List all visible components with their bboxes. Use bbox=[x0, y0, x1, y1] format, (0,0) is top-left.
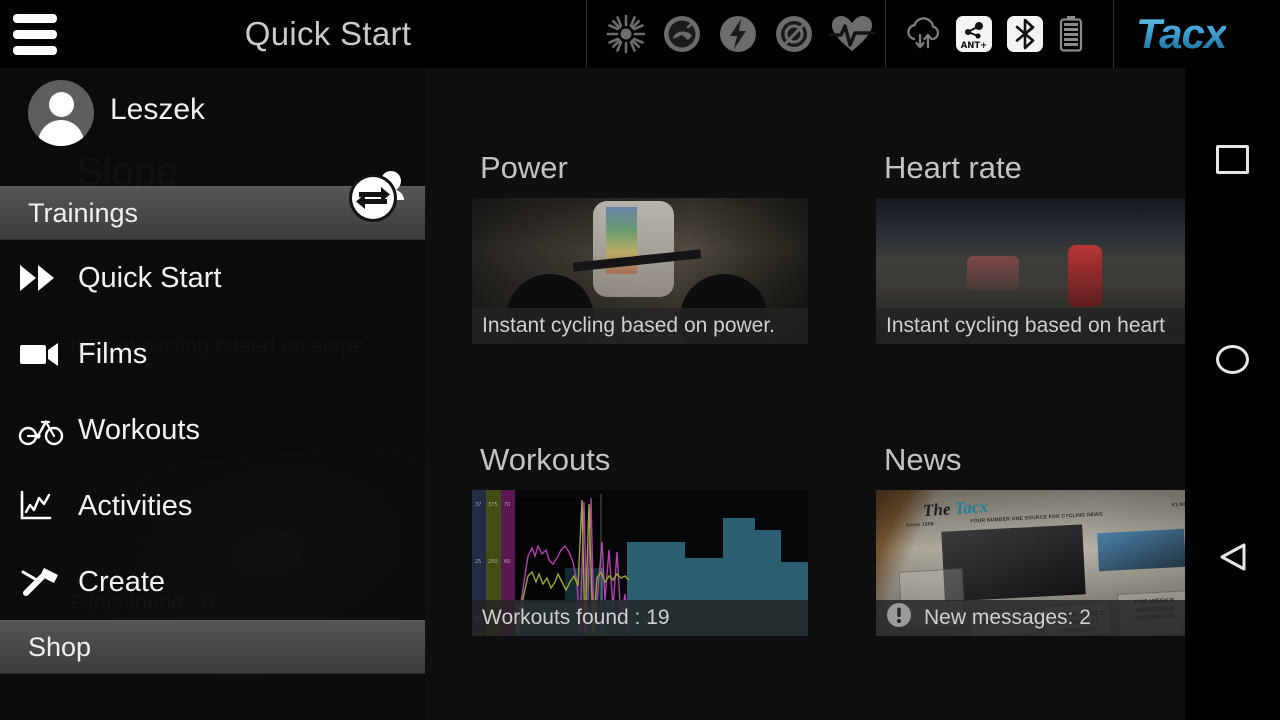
tacx-logo: Tacx bbox=[1114, 10, 1280, 58]
ant-plus-icon[interactable]: ANT+ bbox=[955, 15, 993, 53]
card-image-workouts[interactable]: 3737570 2525060 1212550 bbox=[472, 490, 808, 636]
bicycle-icon bbox=[18, 408, 78, 452]
user-avatar-icon[interactable] bbox=[28, 80, 94, 146]
svg-text:70: 70 bbox=[504, 502, 510, 508]
sidebar-item-films-label: Films bbox=[78, 337, 148, 370]
sidebar-item-films[interactable]: Films bbox=[0, 316, 425, 392]
double-chevron-right-icon bbox=[18, 256, 78, 300]
sidebar: Leszek Trainings Quick Start Films Worko… bbox=[0, 68, 425, 720]
svg-text:ANT+: ANT+ bbox=[961, 41, 988, 51]
circle-icon bbox=[1216, 344, 1249, 374]
masthead-the: The bbox=[922, 498, 956, 520]
card-title-news: News bbox=[884, 442, 962, 477]
newspaper-since: Since 1958 bbox=[906, 521, 935, 529]
tacx-logo-text: Tacx bbox=[1136, 10, 1227, 57]
brake-sensor-icon[interactable] bbox=[605, 13, 647, 55]
sidebar-item-workouts[interactable]: Workouts bbox=[0, 392, 425, 468]
sidebar-item-create-label: Create bbox=[78, 565, 166, 598]
power-sensor-icon[interactable] bbox=[717, 13, 759, 55]
card-caption-news-text: New messages: 2 bbox=[924, 606, 1091, 629]
sidebar-item-activities-label: Activities bbox=[78, 489, 193, 522]
card-caption-workouts-text: Workouts found : 19 bbox=[482, 606, 670, 629]
android-navigation-bar bbox=[1185, 68, 1280, 720]
heart-rate-sensor-icon[interactable] bbox=[829, 13, 875, 55]
connection-status-group: ANT+ bbox=[886, 0, 1114, 68]
sidebar-section-shop-label: Shop bbox=[28, 631, 92, 662]
card-title-workouts: Workouts bbox=[480, 442, 611, 477]
top-bar: Quick Start ANT+ Tacx bbox=[0, 0, 1280, 68]
newspaper-photo-trainer bbox=[1096, 528, 1187, 572]
card-image-power[interactable]: Instant cycling based on power. bbox=[472, 198, 808, 344]
home-button[interactable] bbox=[1210, 336, 1256, 382]
svg-text:60: 60 bbox=[504, 559, 510, 565]
sidebar-item-quick-start[interactable]: Quick Start bbox=[0, 240, 425, 316]
alert-exclamation-icon bbox=[886, 602, 912, 634]
card-workouts[interactable]: Workouts 3737570 2525060 1212550 bbox=[472, 442, 808, 636]
newspaper-price: €1.90 bbox=[1171, 501, 1186, 509]
sensor-status-group bbox=[586, 0, 886, 68]
square-icon bbox=[1216, 144, 1249, 174]
hammer-icon bbox=[18, 560, 78, 604]
card-caption-heart-rate: Instant cycling based on heart bbox=[876, 308, 1212, 344]
card-caption-heart-rate-text: Instant cycling based on heart bbox=[886, 314, 1166, 337]
main-content: Power Instant cycling based on power. He… bbox=[425, 68, 1212, 720]
card-news[interactable]: News The Tacx Since 1958 YOUR NUMBER ONE… bbox=[876, 442, 1212, 636]
triangle-left-icon bbox=[1216, 540, 1250, 579]
card-image-heart-rate[interactable]: Instant cycling based on heart bbox=[876, 198, 1212, 344]
card-caption-news: New messages: 2 bbox=[876, 600, 1212, 636]
bluetooth-icon[interactable] bbox=[1006, 15, 1044, 53]
sidebar-item-quick-start-label: Quick Start bbox=[78, 261, 222, 294]
battery-icon[interactable] bbox=[1057, 15, 1095, 53]
line-chart-icon bbox=[18, 484, 78, 528]
hamburger-menu-icon[interactable] bbox=[0, 0, 70, 68]
user-name: Leszek bbox=[110, 93, 206, 126]
svg-text:37: 37 bbox=[475, 502, 481, 508]
card-title-power: Power bbox=[480, 150, 568, 185]
card-heart-rate[interactable]: Heart rate Instant cycling based on hear… bbox=[876, 150, 1212, 344]
speed-sensor-icon[interactable] bbox=[661, 13, 703, 55]
video-camera-icon bbox=[18, 332, 78, 376]
sidebar-item-create[interactable]: Create bbox=[0, 544, 425, 620]
svg-text:375: 375 bbox=[488, 502, 498, 508]
card-caption-power-text: Instant cycling based on power. bbox=[482, 314, 776, 337]
svg-text:250: 250 bbox=[488, 559, 498, 565]
card-power[interactable]: Power Instant cycling based on power. bbox=[472, 150, 808, 344]
switch-user-icon[interactable] bbox=[345, 168, 407, 223]
svg-text:25: 25 bbox=[475, 559, 481, 565]
card-caption-workouts: Workouts found : 19 bbox=[472, 600, 808, 636]
page-title: Quick Start bbox=[244, 15, 412, 52]
back-button[interactable] bbox=[1210, 536, 1256, 582]
sidebar-section-trainings-label: Trainings bbox=[28, 197, 139, 228]
sidebar-item-workouts-label: Workouts bbox=[78, 413, 200, 446]
cloud-sync-icon[interactable] bbox=[904, 15, 942, 53]
card-title-heart-rate: Heart rate bbox=[884, 150, 1022, 185]
recents-button[interactable] bbox=[1210, 136, 1256, 182]
newspaper-tagline: YOUR NUMBER ONE SOURCE FOR CYCLING NEWS bbox=[969, 511, 1103, 525]
sidebar-item-activities[interactable]: Activities bbox=[0, 468, 425, 544]
app-screen: Slope Instant cycling based on slope. Fi… bbox=[0, 0, 1280, 720]
masthead-tacx: Tacx bbox=[953, 496, 989, 518]
card-image-news[interactable]: The Tacx Since 1958 YOUR NUMBER ONE SOUR… bbox=[876, 490, 1212, 636]
sidebar-section-shop[interactable]: Shop bbox=[0, 620, 425, 674]
card-caption-power: Instant cycling based on power. bbox=[472, 308, 808, 344]
cadence-sensor-icon[interactable] bbox=[773, 13, 815, 55]
